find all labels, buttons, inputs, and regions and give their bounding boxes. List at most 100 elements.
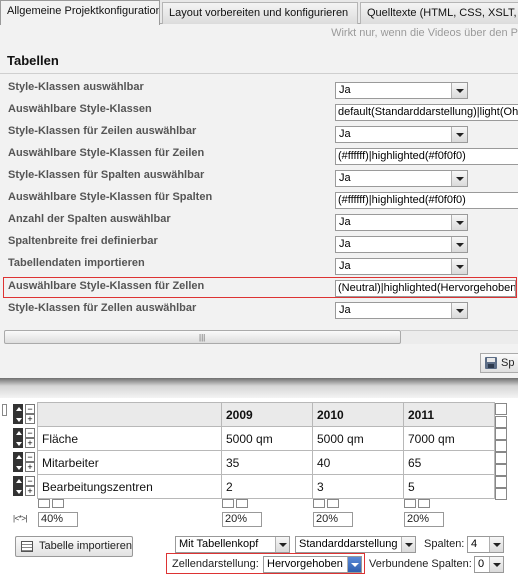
merged-columns-label: Verbundene Spalten:: [369, 558, 472, 570]
move-down-icon[interactable]: [13, 414, 23, 424]
remove-row-icon[interactable]: −: [25, 428, 35, 438]
row-style-toggle[interactable]: [495, 403, 507, 415]
add-row-icon[interactable]: +: [25, 438, 35, 448]
chevron-down-icon[interactable]: [489, 537, 503, 552]
save-button[interactable]: Sp: [480, 353, 518, 373]
display-mode-select[interactable]: Standarddarstellung: [295, 536, 416, 553]
table-cell[interactable]: 2011: [403, 402, 495, 427]
table-cell[interactable]: 5000 qm: [312, 426, 404, 451]
header-mode-value: Mit Tabellenkopf: [179, 538, 259, 550]
setting-select[interactable]: Ja: [335, 214, 468, 231]
table-cell[interactable]: 2: [221, 474, 313, 499]
column-width-input[interactable]: 20%: [404, 512, 444, 527]
setting-select[interactable]: Ja: [335, 258, 468, 275]
chevron-down-icon[interactable]: [489, 557, 503, 572]
tab-general-config[interactable]: Allgemeine Projektkonfiguration: [0, 0, 160, 25]
columns-select[interactable]: 4: [467, 536, 504, 553]
setting-label: Auswählbare Style-Klassen für Spalten: [8, 191, 213, 203]
remove-row-icon[interactable]: −: [25, 404, 35, 414]
setting-text-input[interactable]: default(Standarddarstellung)|light(Ohn: [335, 104, 518, 121]
add-row-icon[interactable]: +: [25, 462, 35, 472]
table-cell[interactable]: 40: [312, 450, 404, 475]
section-divider: [0, 73, 518, 74]
chevron-down-icon[interactable]: [451, 83, 467, 98]
table-cell[interactable]: Mitarbeiter: [37, 450, 222, 475]
table-cell[interactable]: [37, 402, 222, 427]
display-mode-value: Standarddarstellung: [299, 538, 398, 550]
chevron-down-icon[interactable]: [347, 557, 361, 572]
move-up-icon[interactable]: [13, 452, 23, 462]
setting-label: Auswählbare Style-Klassen für Zellen: [8, 280, 205, 292]
column-style-toggle[interactable]: [222, 499, 234, 508]
setting-select[interactable]: Ja: [335, 302, 468, 319]
tab-sources[interactable]: Quelltexte (HTML, CSS, XSLT, F: [360, 2, 518, 24]
setting-label: Tabellendaten importieren: [8, 257, 145, 269]
chevron-down-icon[interactable]: [451, 215, 467, 230]
setting-text-input[interactable]: (Neutral)|highlighted(Hervorgehoben): [335, 280, 516, 297]
cell-display-select[interactable]: Hervorgehoben: [263, 556, 362, 573]
column-width-input[interactable]: 20%: [313, 512, 353, 527]
setting-label: Anzahl der Spalten auswählbar: [8, 213, 171, 225]
table-cell[interactable]: 2010: [312, 402, 404, 427]
row-style-toggle[interactable]: [495, 428, 507, 440]
column-width-input[interactable]: 20%: [222, 512, 262, 527]
setting-select[interactable]: Ja: [335, 82, 468, 99]
table-cell[interactable]: 5: [403, 474, 495, 499]
hint-text: Wirkt nur, wenn die Videos über den P: [331, 27, 518, 39]
horizontal-scrollbar[interactable]: |||: [4, 330, 401, 344]
table-cell[interactable]: 35: [221, 450, 313, 475]
table-cell[interactable]: 5000 qm: [221, 426, 313, 451]
add-row-icon[interactable]: +: [25, 414, 35, 424]
remove-row-icon[interactable]: −: [25, 476, 35, 486]
scrollbar-track[interactable]: [401, 330, 518, 344]
table-cell[interactable]: Fläche: [37, 426, 222, 451]
table-cell[interactable]: 2009: [221, 402, 313, 427]
add-row-icon[interactable]: +: [25, 486, 35, 496]
remove-row-icon[interactable]: −: [25, 452, 35, 462]
table-editor: − + − + − + − + 2009 2010 2011 Fläche 50…: [0, 398, 518, 580]
table-cell[interactable]: Bearbeitungszentren: [37, 474, 222, 499]
merged-columns-select[interactable]: 0: [474, 556, 504, 573]
chevron-down-icon[interactable]: [275, 537, 289, 552]
chevron-down-icon[interactable]: [451, 303, 467, 318]
row-style-toggle[interactable]: [495, 464, 507, 476]
move-up-icon[interactable]: [13, 428, 23, 438]
header-mode-select[interactable]: Mit Tabellenkopf: [175, 536, 290, 553]
move-up-icon[interactable]: [13, 476, 23, 486]
tab-layout[interactable]: Layout vorbereiten und konfigurieren: [162, 2, 358, 24]
column-style-toggle[interactable]: [313, 499, 325, 508]
move-down-icon[interactable]: [13, 462, 23, 472]
setting-select[interactable]: Ja: [335, 170, 468, 187]
move-down-icon[interactable]: [13, 438, 23, 448]
setting-text-input[interactable]: (#ffffff)|highlighted(#f0f0f0): [335, 148, 518, 165]
row-style-toggle[interactable]: [495, 452, 507, 464]
setting-text-input[interactable]: (#ffffff)|highlighted(#f0f0f0): [335, 192, 518, 209]
column-style-toggle[interactable]: [418, 499, 430, 508]
table-cell[interactable]: 3: [312, 474, 404, 499]
move-down-icon[interactable]: [13, 486, 23, 496]
column-style-toggle[interactable]: [52, 499, 64, 508]
setting-select[interactable]: Ja: [335, 126, 468, 143]
column-style-toggle[interactable]: [236, 499, 248, 508]
table-cell[interactable]: 7000 qm: [403, 426, 495, 451]
section-title: Tabellen: [7, 53, 59, 68]
chevron-down-icon[interactable]: [401, 537, 415, 552]
move-up-icon[interactable]: [13, 404, 23, 414]
column-width-input[interactable]: 40%: [38, 512, 78, 527]
row-style-toggle[interactable]: [495, 476, 507, 488]
chevron-down-icon[interactable]: [451, 171, 467, 186]
row-style-toggle[interactable]: [495, 488, 507, 500]
column-style-toggle[interactable]: [38, 499, 50, 508]
chevron-down-icon[interactable]: [451, 127, 467, 142]
row-style-toggle[interactable]: [495, 440, 507, 452]
row-style-toggle[interactable]: [495, 416, 507, 428]
setting-value: Ja: [339, 260, 351, 272]
import-table-button[interactable]: Tabelle importieren: [15, 536, 133, 557]
chevron-down-icon[interactable]: [451, 237, 467, 252]
column-style-toggle[interactable]: [404, 499, 416, 508]
setting-select[interactable]: Ja: [335, 236, 468, 253]
table-cell[interactable]: 65: [403, 450, 495, 475]
chevron-down-icon[interactable]: [451, 259, 467, 274]
column-style-toggle[interactable]: [327, 499, 339, 508]
data-table: 2009 2010 2011 Fläche 5000 qm 5000 qm 70…: [37, 402, 495, 499]
